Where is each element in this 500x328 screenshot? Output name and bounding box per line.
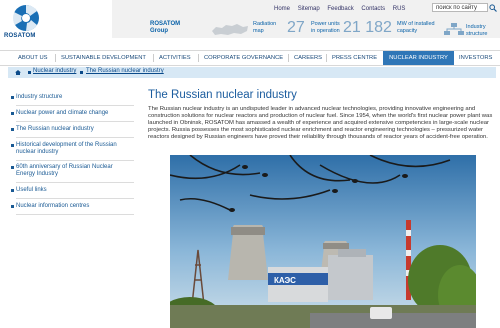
top-link-sitemap[interactable]: Sitemap [298, 6, 320, 12]
rosatom-group-line1: ROSATOM [150, 21, 181, 27]
breadcrumb-bullet [28, 71, 31, 74]
russia-map-icon[interactable] [210, 22, 250, 38]
capacity-number: 21 182 [343, 19, 392, 36]
intro-paragraph: The Russian nuclear industry is an undis… [148, 106, 493, 140]
top-links: Home Sitemap Feedback Contacts RUS [274, 6, 411, 12]
nav-divider [198, 54, 199, 62]
power-units-line2: in operation [311, 27, 340, 34]
sidebar-item-information-centres[interactable]: Nuclear information centres [16, 203, 134, 210]
nav-about-us[interactable]: ABOUT US [18, 51, 48, 65]
nav-careers[interactable]: CAREERS [294, 51, 322, 65]
breadcrumb-russian-nuclear-industry[interactable]: The Russian nuclear industry [86, 68, 164, 74]
radiation-map-line1: Radiation [253, 21, 277, 27]
sidebar-bullet [11, 189, 14, 192]
sidebar-bullet [11, 205, 14, 208]
top-link-home[interactable]: Home [274, 6, 290, 12]
industry-structure-line2: structure [466, 30, 488, 37]
capacity-label: MW of installed capacity [397, 21, 435, 34]
sidebar-item-historical-development[interactable]: Historical development of the Russian nu… [16, 142, 128, 156]
nuclear-plant-photo: КАЭС [170, 155, 476, 328]
top-link-feedback[interactable]: Feedback [327, 6, 353, 12]
industry-structure-icon[interactable] [443, 22, 465, 36]
sidebar-item-nuclear-power-climate[interactable]: Nuclear power and climate change [16, 110, 134, 117]
radiation-map-line2: map [253, 27, 264, 34]
sidebar-divider [16, 182, 134, 183]
sidebar-divider [16, 105, 134, 106]
plant-sign: КАЭС [274, 276, 296, 285]
sidebar-item-industry-structure[interactable]: Industry structure [16, 94, 134, 101]
rosatom-group-line2: Group [150, 28, 168, 34]
nav-divider [153, 54, 154, 62]
power-units-label: Power units in operation [311, 21, 340, 34]
nav-press-centre[interactable]: PRESS CENTRE [332, 51, 377, 65]
sidebar-divider [16, 137, 134, 138]
sidebar-divider [16, 214, 134, 215]
top-link-language[interactable]: RUS [393, 6, 406, 12]
search-input[interactable]: поиск по сайту [432, 3, 488, 12]
nav-corporate-governance[interactable]: CORPORATE GOVERNANCE [204, 51, 283, 65]
sidebar-item-useful-links[interactable]: Useful links [16, 187, 134, 194]
main-nav: ABOUT US SUSTAINABLE DEVELOPMENT ACTIVIT… [0, 50, 500, 66]
sidebar-bullet [11, 128, 14, 131]
nav-divider [326, 54, 327, 62]
breadcrumb-nuclear-industry[interactable]: Nuclear industry [33, 68, 76, 74]
search-icon[interactable] [489, 4, 497, 12]
nav-divider [55, 54, 56, 62]
sidebar-divider [16, 160, 134, 161]
top-link-contacts[interactable]: Contacts [361, 6, 385, 12]
nav-sustainable-development[interactable]: SUSTAINABLE DEVELOPMENT [61, 51, 146, 65]
industry-structure-link[interactable]: Industry structure [466, 24, 487, 37]
power-units-number: 27 [287, 19, 305, 36]
rosatom-logo[interactable] [6, 2, 46, 46]
capacity-line1: MW of installed [397, 21, 435, 27]
nav-activities[interactable]: ACTIVITIES [159, 51, 191, 65]
page-title: The Russian nuclear industry [148, 89, 297, 101]
home-icon[interactable] [15, 70, 21, 75]
industry-structure-line1: Industry [466, 24, 486, 30]
capacity-line2: capacity [397, 27, 418, 34]
sidebar-divider [16, 198, 134, 199]
sidebar-bullet [11, 166, 14, 169]
sidebar-bullet [11, 96, 14, 99]
breadcrumb-bullet [80, 71, 83, 74]
nav-divider [288, 54, 289, 62]
nav-nuclear-industry[interactable]: NUCLEAR INDUSTRY [383, 51, 454, 65]
sidebar-bullet [11, 112, 14, 115]
sidebar-item-russian-nuclear-industry[interactable]: The Russian nuclear industry [16, 126, 134, 133]
sidebar-divider [16, 121, 134, 122]
sidebar-item-60th-anniversary[interactable]: 60th anniversary of Russian Nuclear Ener… [16, 164, 122, 178]
power-units-line1: Power units [311, 21, 340, 27]
logo-text: ROSATOM [4, 33, 36, 39]
sidebar-bullet [11, 144, 14, 147]
radiation-map-link[interactable]: Radiation map [253, 21, 276, 34]
rosatom-group-link[interactable]: ROSATOM Group [150, 21, 180, 35]
nav-investors[interactable]: INVESTORS [459, 51, 492, 65]
